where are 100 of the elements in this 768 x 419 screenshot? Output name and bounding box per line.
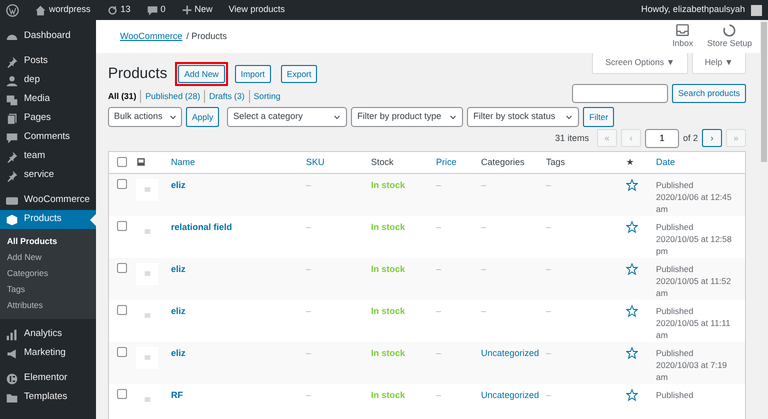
column-header: Stock <box>371 156 394 166</box>
star-icon[interactable] <box>626 347 638 360</box>
bar-chart-icon <box>6 328 18 340</box>
filter-button[interactable]: Filter <box>583 106 614 127</box>
submenu-item[interactable]: Attributes <box>0 297 96 313</box>
pushpin-icon <box>6 150 18 162</box>
updates-count[interactable]: 13 <box>120 3 131 17</box>
filter-dropdown[interactable]: Filter by product type <box>351 106 464 127</box>
speech-bubble-icon <box>6 132 18 144</box>
table-cell: – <box>306 390 312 400</box>
star-icon[interactable] <box>626 305 638 318</box>
title-action-button[interactable]: Add New <box>178 64 225 83</box>
sidebar-item[interactable]: Analytics <box>0 325 96 344</box>
table-cell: – <box>481 264 486 274</box>
cube-icon <box>6 214 18 226</box>
publish-date: Published <box>656 388 694 401</box>
next-page-button[interactable]: › <box>702 129 722 148</box>
table-cell: – <box>436 348 442 358</box>
table-cell: – <box>436 390 442 400</box>
account-menu[interactable]: Howdy, elizabethpaulsyah <box>641 3 745 17</box>
screen-tab[interactable]: Help ▼ <box>692 53 746 74</box>
product-name-link[interactable]: RF <box>171 390 183 400</box>
row-checkbox[interactable] <box>117 220 127 231</box>
site-link[interactable]: wordpress <box>49 3 91 17</box>
sidebar-item[interactable]: Media <box>0 90 96 109</box>
image-icon <box>136 157 146 168</box>
product-name-link[interactable]: relational field <box>171 222 232 232</box>
star-icon[interactable] <box>626 221 638 234</box>
column-header[interactable]: Price <box>436 156 457 166</box>
filter-dropdown[interactable]: Select a category <box>227 106 348 127</box>
column-header[interactable]: SKU <box>306 156 325 166</box>
product-name-link[interactable]: eliz <box>171 306 186 316</box>
publish-date: Published 2020/10/05 at 11:52 am <box>656 262 732 299</box>
sidebar-item[interactable]: service <box>0 166 96 185</box>
sidebar-item[interactable]: Posts <box>0 52 96 71</box>
category-link[interactable]: Uncategorized <box>481 348 540 358</box>
header-action[interactable]: Inbox <box>672 24 694 50</box>
product-name-link[interactable]: eliz <box>171 348 186 358</box>
screen-tab[interactable]: Screen Options ▼ <box>592 53 688 74</box>
column-header[interactable]: Name <box>171 156 196 166</box>
filter-dropdown[interactable]: Filter by stock status <box>467 106 580 127</box>
submenu-item[interactable]: Categories <box>0 265 96 281</box>
sidebar-item[interactable]: Comments <box>0 128 96 147</box>
title-action-button[interactable]: Import <box>234 64 271 83</box>
view-products-link[interactable]: View products <box>228 3 285 17</box>
house-icon <box>35 4 46 16</box>
disc-icon <box>6 372 18 384</box>
filter-dropdown[interactable]: Bulk actions <box>108 106 182 127</box>
title-action-button[interactable]: Export <box>280 64 318 83</box>
new-menu[interactable]: New <box>194 3 213 17</box>
select-all-checkbox[interactable] <box>117 157 127 168</box>
row-checkbox[interactable] <box>117 346 127 357</box>
row-checkbox[interactable] <box>117 262 127 273</box>
sidebar-item[interactable]: Pages <box>0 109 96 128</box>
sidebar-item[interactable]: Elementor <box>0 369 96 388</box>
sidebar-item[interactable]: Products <box>0 210 96 229</box>
publish-date: Published 2020/10/05 at 12:58 pm <box>656 220 733 257</box>
sidebar-item[interactable]: dep <box>0 71 96 90</box>
submenu-item[interactable]: Add New <box>0 249 96 265</box>
product-name-link[interactable]: eliz <box>171 264 186 274</box>
sidebar-item[interactable]: Templates <box>0 388 96 407</box>
star-icon[interactable] <box>626 179 638 192</box>
image-icon <box>142 227 152 236</box>
header-action[interactable]: Store Setup <box>707 24 752 50</box>
row-checkbox[interactable] <box>117 178 127 189</box>
star-icon[interactable] <box>626 389 638 402</box>
plus-icon <box>182 5 192 15</box>
pages-icon <box>6 112 18 124</box>
search-field[interactable] <box>572 84 668 103</box>
table-cell: – <box>546 264 552 274</box>
sidebar-item[interactable]: Dashboard <box>0 27 96 46</box>
sidebar-item[interactable]: team <box>0 147 96 166</box>
table-cell: – <box>436 180 442 190</box>
column-header[interactable]: Date <box>656 156 676 166</box>
view-filter-link[interactable]: Sorting <box>248 90 281 102</box>
row-checkbox[interactable] <box>117 304 127 315</box>
sidebar-item[interactable]: WooCommerce <box>0 191 96 210</box>
publish-date: Published 2020/10/03 at 7:19 am <box>656 346 728 383</box>
view-filter-link[interactable]: Published (28) <box>140 90 200 102</box>
submenu-item[interactable]: Tags <box>0 281 96 297</box>
submenu-item[interactable]: All Products <box>0 233 96 249</box>
category-link[interactable]: Uncategorized <box>481 390 540 400</box>
search-button[interactable]: Search products <box>672 84 746 103</box>
image-icon <box>142 269 152 278</box>
table-cell: – <box>306 306 312 316</box>
page-number-field[interactable]: 1 <box>644 128 679 148</box>
star-icon[interactable] <box>626 263 638 276</box>
table-cell: – <box>436 222 442 232</box>
image-icon <box>142 395 152 404</box>
view-filter-link[interactable]: All (31) <box>108 90 136 102</box>
comments-count[interactable]: 0 <box>160 3 166 17</box>
row-checkbox[interactable] <box>117 388 127 399</box>
product-name-link[interactable]: eliz <box>171 180 186 190</box>
breadcrumb-link[interactable]: WooCommerce <box>120 30 182 44</box>
sidebar-item[interactable]: Marketing <box>0 344 96 363</box>
table-cell: – <box>546 390 552 400</box>
view-filter-link[interactable]: Drafts (3) <box>204 90 245 102</box>
table-cell: – <box>546 180 552 190</box>
filter-button[interactable]: Apply <box>186 106 220 127</box>
table-cell: – <box>546 306 552 316</box>
